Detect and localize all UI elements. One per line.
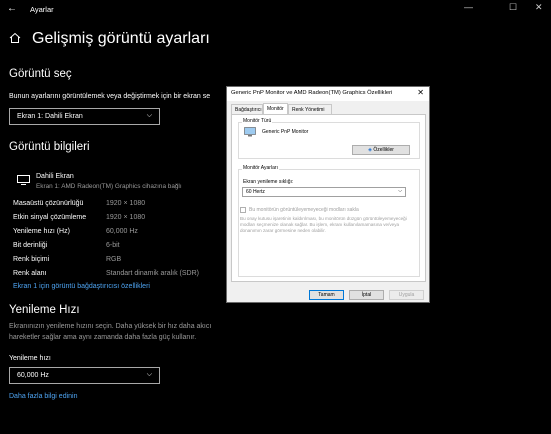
maximize-button[interactable]: ☐ [509,2,517,13]
refresh-description-line1: Ekranınızın yenileme hızını seçin. Daha … [9,323,212,330]
info-value: RGB [106,256,122,263]
chevron-down-icon: ⌵ [398,188,402,194]
monitor-settings-label: Monitör Ayarları [242,165,279,171]
dialog-close-icon[interactable]: ✕ [417,88,424,97]
adapter-properties-link[interactable]: Ekran 1 için görüntü bağdaştırıcısı özel… [13,283,150,290]
minimize-button[interactable]: — [464,2,473,12]
display-select-dropdown[interactable]: Ekran 1: Dahili Ekran ⌵ [9,108,160,125]
refresh-frequency-label: Ekran yenileme sıklığı: [243,179,294,185]
hide-modes-label: Bu monitörün görüntüleyemeyeceği modları… [249,207,359,213]
close-button[interactable]: ✕ [535,2,543,13]
refresh-description-line2: hareketler sağlar ama aynı zamanda daha … [9,334,197,341]
display-info-heading: Görüntü bilgileri [9,141,90,153]
info-value: 6-bit [106,242,120,249]
chevron-down-icon: ⌵ [146,112,152,119]
ok-button[interactable]: Tamam [309,290,344,300]
info-label: Etkin sinyal çözümleme [13,214,87,221]
tab-monitor[interactable]: Monitör [263,103,288,114]
dialog-title: Generic PnP Monitor ve AMD Radeon(TM) Gr… [231,90,393,96]
hide-modes-checkbox[interactable] [240,207,246,213]
info-label: Yenileme hızı (Hz) [13,228,70,235]
monitor-tab-panel: Monitör Türü Generic PnP Monitor ◈ Özell… [231,114,426,282]
info-value: 1920 × 1080 [106,200,146,207]
info-label: Bit derinliği [13,242,48,249]
monitor-type-name: Generic PnP Monitor [262,129,309,135]
info-label: Renk biçimi [13,256,50,263]
shield-icon: ◈ [368,147,372,153]
tab-adapter[interactable]: Bağdaştırıcı [231,104,263,114]
back-arrow-icon[interactable]: ← [7,3,17,14]
page-title: Gelişmiş görüntü ayarları [32,30,210,47]
select-display-description: Bunun ayarlarını görüntülemek veya değiş… [9,93,211,100]
monitor-icon [244,127,256,137]
properties-button-label: Özellikler [373,147,394,153]
monitor-icon [17,175,30,185]
refresh-field-label: Yenileme hızı [9,355,51,362]
apply-button[interactable]: Uygula [389,290,424,300]
learn-more-link[interactable]: Daha fazla bilgi edinin [9,393,78,400]
dialog-title-bar: Generic PnP Monitor ve AMD Radeon(TM) Gr… [227,87,429,101]
properties-dialog: Generic PnP Monitor ve AMD Radeon(TM) Gr… [226,86,430,303]
monitor-name: Dahili Ekran [36,173,74,180]
refresh-frequency-value: 60 Hertz [246,189,265,195]
cancel-button[interactable]: İptal [349,290,384,300]
monitor-subtitle: Ekran 1: AMD Radeon(TM) Graphics cihazın… [36,183,182,190]
tab-color-management[interactable]: Renk Yönetimi [288,104,332,114]
hide-modes-description: Bu onay kutusu işaretinin kaldırılması, … [240,216,407,233]
info-value: Standart dinamik aralık (SDR) [106,270,199,277]
select-display-heading: Görüntü seç [9,68,72,80]
info-value: 60,000 Hz [106,228,138,235]
home-icon [9,32,21,43]
app-title: Ayarlar [30,5,54,14]
refresh-frequency-select[interactable]: 60 Hertz ⌵ [242,187,406,197]
chevron-down-icon: ⌵ [146,371,152,378]
monitor-type-label: Monitör Türü [242,118,273,124]
display-select-value: Ekran 1: Dahili Ekran [17,113,83,120]
refresh-rate-dropdown[interactable]: 60,000 Hz ⌵ [9,367,160,384]
info-label: Masaüstü çözünürlüğü [13,200,84,207]
refresh-rate-value: 60,000 Hz [17,372,49,379]
properties-button[interactable]: ◈ Özellikler [352,145,410,155]
info-value: 1920 × 1080 [106,214,146,221]
refresh-rate-heading: Yenileme Hızı [9,304,80,316]
info-label: Renk alanı [13,270,47,277]
title-bar: ← Ayarlar — ☐ ✕ [0,0,551,19]
